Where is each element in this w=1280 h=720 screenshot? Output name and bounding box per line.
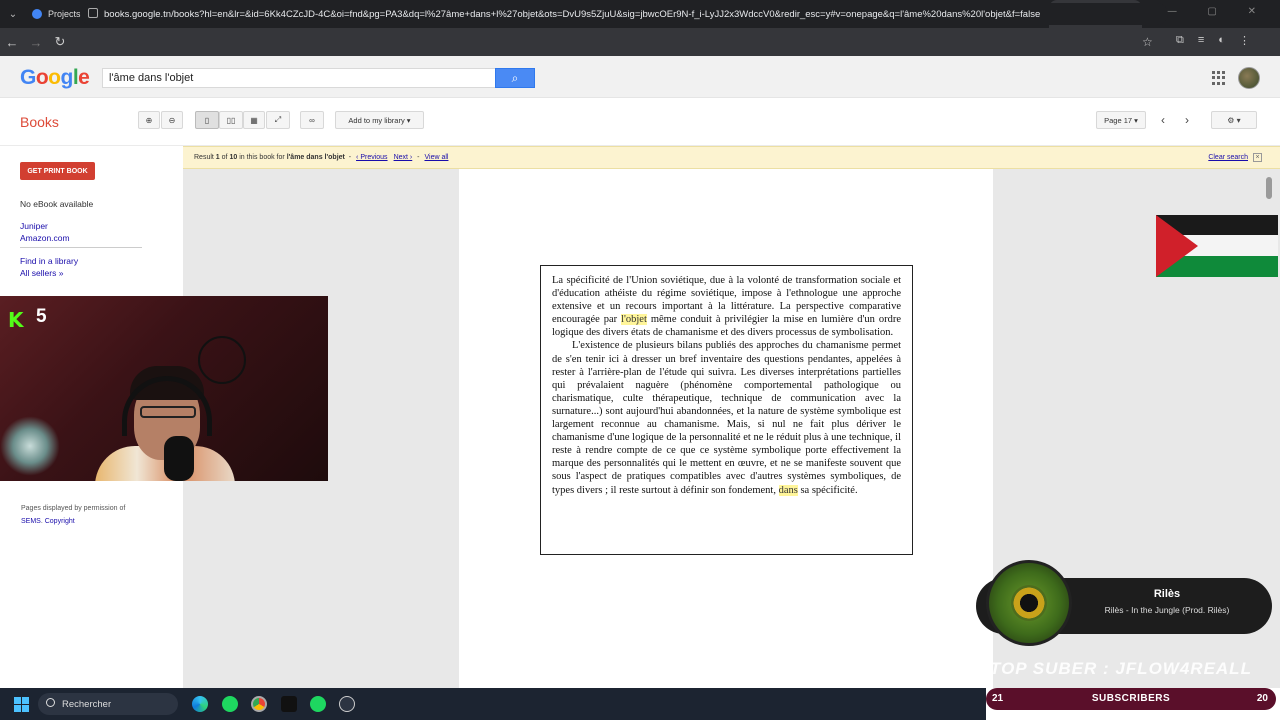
- windows-start-icon[interactable]: [14, 697, 29, 712]
- page-selector[interactable]: Page 17 ▾: [1096, 111, 1146, 129]
- find-in-library-link[interactable]: Find in a library: [20, 256, 78, 266]
- wall-wheel: [198, 336, 246, 384]
- chrome-icon[interactable]: [251, 696, 267, 712]
- toolbar-icons: ⧉ ≡ ◐ ⋮: [1176, 34, 1250, 47]
- spotify-icon[interactable]: [222, 696, 238, 712]
- close-icon[interactable]: ×: [1253, 153, 1262, 162]
- reading-list-icon[interactable]: ≡: [1198, 34, 1204, 47]
- all-sellers-link[interactable]: All sellers »: [20, 268, 63, 278]
- microphone: [164, 436, 194, 481]
- google-header: Google l'âme dans l'objet ⌕: [0, 56, 1280, 98]
- lamp: [0, 416, 60, 476]
- clear-search-link[interactable]: Clear search: [1208, 154, 1248, 161]
- tiktok-icon[interactable]: [281, 696, 297, 712]
- apps-grid-icon[interactable]: [1212, 71, 1226, 85]
- next-result-link[interactable]: Next ›: [394, 154, 413, 161]
- view-all-link[interactable]: View all: [424, 154, 448, 161]
- webcam-overlay: K 5: [0, 296, 328, 481]
- bookmark-star-icon[interactable]: ☆: [1142, 35, 1153, 49]
- page-text-box: La spécificité de l'Union soviétique, du…: [540, 265, 913, 555]
- previous-result-link[interactable]: ‹ Previous: [356, 154, 388, 161]
- taskbar: Rechercher: [0, 688, 986, 720]
- address-bar[interactable]: books.google.tn/books?hl=en&lr=&id=6Kk4C…: [80, 3, 1168, 25]
- link-icon[interactable]: ∞: [300, 111, 324, 129]
- settings-gear-icon[interactable]: ⚙ ▾: [1211, 111, 1257, 129]
- album-art: [986, 560, 1072, 646]
- two-page-view-icon[interactable]: ▯▯: [219, 111, 243, 129]
- google-logo[interactable]: Google: [20, 66, 90, 90]
- zoom-out-icon[interactable]: ⊖: [161, 111, 183, 129]
- forward-icon[interactable]: →: [24, 35, 48, 50]
- spotify-icon-2[interactable]: [310, 696, 326, 712]
- tab-favicon-icon: [32, 9, 42, 19]
- url-text: books.google.tn/books?hl=en&lr=&id=6Kk4C…: [104, 8, 1041, 20]
- top-suber-banner: TOP SUBER : JFLOW4REALL: [990, 659, 1252, 678]
- avatar[interactable]: [1238, 67, 1260, 89]
- publisher-link[interactable]: SEMS: [21, 518, 41, 525]
- permission-note: Pages displayed by permission of SEMS. C…: [21, 505, 126, 525]
- track-artist: Rilès: [1153, 588, 1181, 600]
- search-icon: ⌕: [511, 71, 519, 85]
- books-title[interactable]: Books: [20, 114, 59, 130]
- get-print-book-button[interactable]: GET PRINT BOOK: [20, 162, 95, 180]
- paragraph-1: La spécificité de l'Union soviétique, du…: [552, 275, 901, 339]
- search-button[interactable]: ⌕: [495, 68, 535, 88]
- search-input[interactable]: l'âme dans l'objet: [102, 68, 496, 88]
- taskbar-search[interactable]: Rechercher: [38, 693, 178, 715]
- seller-link-juniper[interactable]: Juniper: [20, 221, 48, 231]
- palestine-flag: [1156, 215, 1278, 277]
- site-info-icon[interactable]: [88, 8, 98, 18]
- search-result-bar: Result 1 of 10 in this book for l'âme da…: [183, 146, 1280, 169]
- kick-logo-icon: K: [8, 308, 24, 332]
- zoom-in-icon[interactable]: ⊕: [138, 111, 160, 129]
- profile-icon[interactable]: ◐: [1218, 34, 1225, 47]
- back-icon[interactable]: ←: [0, 35, 24, 50]
- fullscreen-icon[interactable]: ⤢: [266, 111, 290, 129]
- search-icon: [46, 698, 55, 707]
- previous-page-icon[interactable]: ‹: [1153, 111, 1173, 129]
- search-highlight: l'objet: [621, 314, 647, 326]
- extensions-icon[interactable]: ⧉: [1176, 34, 1184, 47]
- window-controls[interactable]: — ▢ ✕: [1167, 6, 1270, 17]
- no-ebook-label: No eBook available: [20, 199, 94, 209]
- single-page-view-icon[interactable]: ▯: [195, 111, 219, 129]
- tab-search-icon[interactable]: ⌄: [0, 0, 26, 28]
- subscribers-label: SUBSCRIBERS: [1091, 693, 1171, 704]
- search-highlight: dans: [778, 484, 798, 496]
- seller-link-amazon[interactable]: Amazon.com: [20, 233, 70, 243]
- viewer-count: 5: [36, 306, 47, 327]
- track-title: Rilès - In the Jungle (Prod. Rilès): [1104, 605, 1230, 615]
- edge-icon[interactable]: [192, 696, 208, 712]
- divider: [20, 247, 142, 248]
- scrollbar[interactable]: [1266, 177, 1272, 199]
- subscribers-left-count: 21: [992, 693, 1004, 704]
- menu-icon[interactable]: ⋮: [1239, 34, 1250, 47]
- glasses: [140, 406, 196, 418]
- book-page: La spécificité de l'Union soviétique, du…: [459, 169, 993, 688]
- copyright-link[interactable]: Copyright: [45, 518, 75, 525]
- next-page-icon[interactable]: ›: [1177, 111, 1197, 129]
- paragraph-2: L'existence de plusieurs bilans publiés …: [552, 340, 901, 496]
- subscribers-right-count: 20: [1256, 693, 1268, 704]
- subscribers-bar: SUBSCRIBERS 21 20: [986, 688, 1276, 710]
- reload-icon[interactable]: ↻: [48, 34, 72, 50]
- browser-toolbar: ← → ↻: [0, 28, 1280, 56]
- obs-icon[interactable]: [339, 696, 355, 712]
- thumbnail-view-icon[interactable]: ▦: [243, 111, 265, 129]
- add-to-library-button[interactable]: Add to my library ▾: [335, 111, 424, 129]
- books-toolbar: Books ⊕ ⊖ ▯ ▯▯ ▦ ⤢ ∞ Add to my library ▾…: [0, 98, 1280, 146]
